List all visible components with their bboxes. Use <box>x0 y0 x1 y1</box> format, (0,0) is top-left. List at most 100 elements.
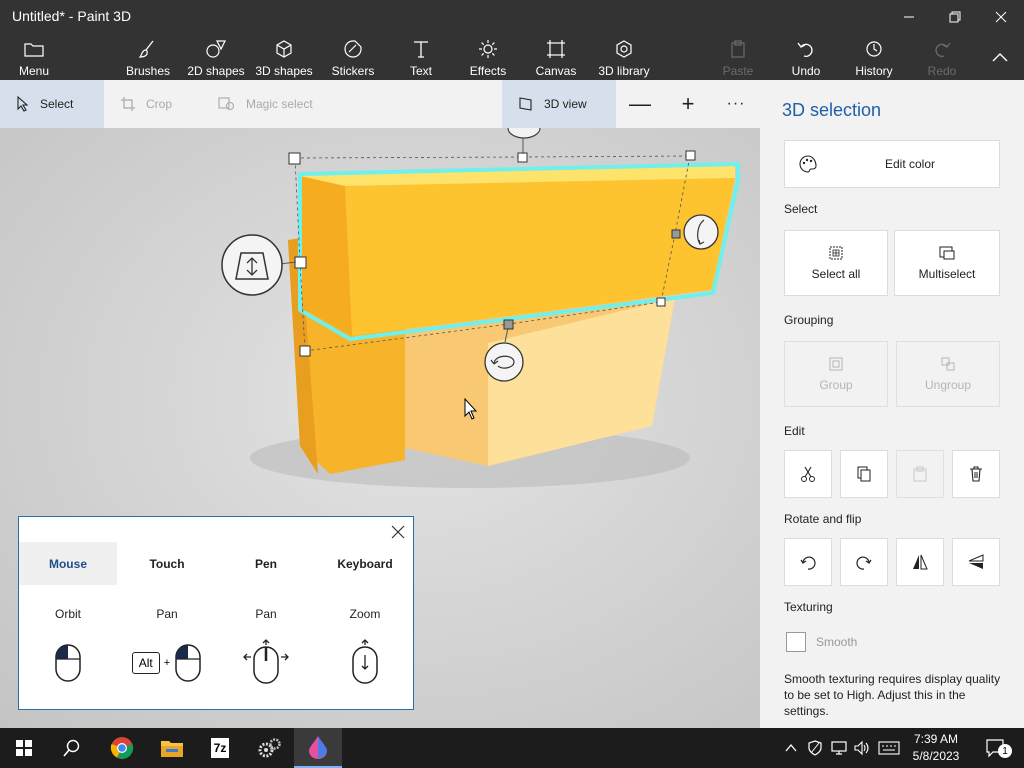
menu-button[interactable]: Menu <box>14 34 54 80</box>
redo-label: Redo <box>927 64 957 78</box>
settings-app[interactable] <box>246 728 294 768</box>
flip-horizontal-button[interactable] <box>896 538 944 586</box>
redo-button[interactable]: Redo <box>926 34 958 80</box>
keyboard-icon <box>878 741 900 755</box>
tool-bar: Select Crop Magic select 3D view — + ··· <box>0 80 760 128</box>
multiselect-label: Multiselect <box>918 267 976 281</box>
select-all-button[interactable]: Select all <box>784 230 888 296</box>
help-tab-pen[interactable]: Pen <box>217 542 315 585</box>
stickers-button[interactable]: Stickers <box>330 34 376 80</box>
handle-bottom-right[interactable] <box>656 297 666 307</box>
3d-shapes-label: 3D shapes <box>255 64 313 78</box>
search-button[interactable] <box>48 728 96 768</box>
gears-icon <box>258 738 281 758</box>
handle-bottom-left[interactable] <box>299 345 311 357</box>
rotate-right-button[interactable] <box>840 538 888 586</box>
smooth-label: Smooth <box>816 635 858 649</box>
magic-select-tool[interactable]: Magic select <box>218 80 313 128</box>
volume-tray-icon[interactable] <box>852 728 874 768</box>
handle-right-mid[interactable] <box>671 229 681 239</box>
help-action-pan: Pan <box>255 607 277 621</box>
flip-vertical-button[interactable] <box>952 538 1000 586</box>
undo-button[interactable]: Undo <box>788 34 824 80</box>
clipboard-icon <box>913 466 927 482</box>
search-icon <box>63 739 80 757</box>
zoom-in-button[interactable]: + <box>676 80 700 128</box>
security-tray-icon[interactable] <box>804 728 826 768</box>
rotate-left-button[interactable] <box>784 538 832 586</box>
edit-color-button[interactable]: Edit color <box>784 140 1000 188</box>
help-close-button[interactable] <box>387 521 409 543</box>
clock-date[interactable]: 5/8/2023 <box>904 749 968 763</box>
canvas-button[interactable]: Canvas <box>536 34 576 80</box>
3d-view-icon <box>519 97 532 111</box>
mouse-left-click-icon <box>19 635 117 691</box>
select-tool[interactable]: Select <box>0 80 104 128</box>
cut-button[interactable] <box>784 450 832 498</box>
3d-view-toggle[interactable]: 3D view <box>502 80 616 128</box>
help-tab-keyboard[interactable]: Keyboard <box>316 542 414 585</box>
help-tab-mouse[interactable]: Mouse <box>19 542 117 585</box>
3d-library-button[interactable]: 3D library <box>596 34 652 80</box>
copy-button[interactable] <box>840 450 888 498</box>
rotate-top-handle[interactable] <box>507 128 541 139</box>
minimize-button[interactable] <box>886 0 932 34</box>
crop-icon <box>121 97 135 111</box>
7zip-app[interactable]: 7z <box>196 728 244 768</box>
3d-shapes-button[interactable]: 3D shapes <box>254 34 314 80</box>
paint3d-app[interactable] <box>294 728 342 768</box>
handle-top-left[interactable] <box>288 152 301 165</box>
select-all-label: Select all <box>811 267 861 281</box>
smooth-checkbox[interactable] <box>786 632 806 652</box>
network-icon <box>831 741 847 755</box>
collapse-ribbon-button[interactable] <box>986 34 1014 80</box>
restore-button[interactable] <box>932 0 978 34</box>
handle-top-mid[interactable] <box>517 152 528 163</box>
sun-icon <box>479 40 497 58</box>
file-explorer-app[interactable] <box>148 728 196 768</box>
history-button[interactable]: History <box>852 34 896 80</box>
show-hidden-icons-button[interactable] <box>782 728 800 768</box>
start-button[interactable] <box>0 728 48 768</box>
handle-bottom-mid[interactable] <box>503 319 514 330</box>
effects-button[interactable]: Effects <box>468 34 508 80</box>
text-button[interactable]: Text <box>404 34 438 80</box>
paste-panel-button[interactable] <box>896 450 944 498</box>
brushes-button[interactable]: Brushes <box>124 34 172 80</box>
palette-icon <box>799 155 817 173</box>
help-tab-touch[interactable]: Touch <box>118 542 216 585</box>
smooth-note: Smooth texturing requires display qualit… <box>784 672 1001 718</box>
group-icon <box>829 357 843 371</box>
close-button[interactable] <box>978 0 1024 34</box>
mouse-pan-icon <box>217 635 315 691</box>
navigation-help-popup: Mouse Touch Pen Keyboard Orbit Pan Pan Z… <box>18 516 414 710</box>
restore-icon <box>949 11 961 23</box>
more-options-button[interactable]: ··· <box>724 80 748 128</box>
action-center-button[interactable]: 1 <box>976 728 1016 768</box>
grouping-section-title: Grouping <box>784 313 834 327</box>
chrome-app[interactable] <box>98 728 146 768</box>
3d-canvas[interactable]: Mouse Touch Pen Keyboard Orbit Pan Pan Z… <box>0 128 760 728</box>
notification-count-badge: 1 <box>998 744 1012 758</box>
shield-icon <box>808 740 822 756</box>
close-icon <box>995 11 1007 23</box>
group-button[interactable]: Group <box>784 341 888 407</box>
handle-left-mid[interactable] <box>294 256 307 269</box>
canvas-label: Canvas <box>535 64 577 78</box>
delete-button[interactable] <box>952 450 1000 498</box>
zoom-out-button[interactable]: — <box>628 80 652 128</box>
clock-time[interactable]: 7:39 AM <box>904 732 968 746</box>
handle-top-right[interactable] <box>685 150 696 161</box>
ungroup-button[interactable]: Ungroup <box>896 341 1000 407</box>
crop-tool[interactable]: Crop <box>120 80 172 128</box>
text-label: Text <box>409 64 432 78</box>
rotate-flip-section-title: Rotate and flip <box>784 512 862 526</box>
edit-color-label: Edit color <box>885 157 936 171</box>
keyboard-tray-icon[interactable] <box>876 728 902 768</box>
paste-button[interactable]: Paste <box>722 34 754 80</box>
rotate-x-handle[interactable] <box>484 342 524 382</box>
network-tray-icon[interactable] <box>828 728 850 768</box>
2d-shapes-button[interactable]: 2D shapes <box>186 34 246 80</box>
canvas-icon <box>547 40 565 58</box>
multiselect-button[interactable]: Multiselect <box>894 230 1000 296</box>
